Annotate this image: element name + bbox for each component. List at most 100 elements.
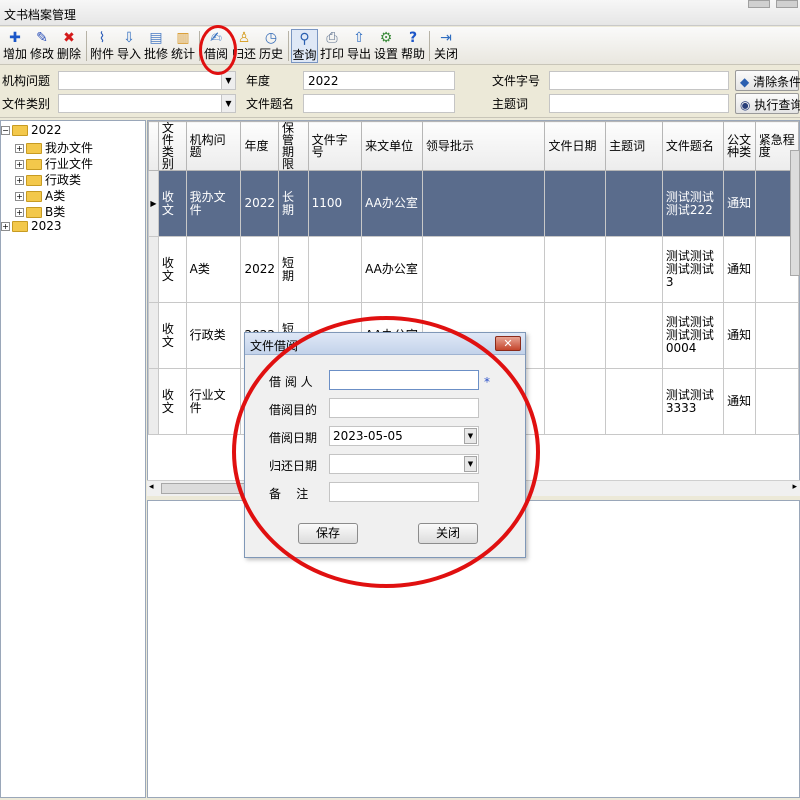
column-header[interactable]: 领导批示 [421, 121, 546, 171]
chevron-down-icon[interactable]: ▼ [221, 72, 235, 89]
borrower-input[interactable] [329, 370, 479, 390]
expand-icon[interactable]: + [1, 222, 10, 231]
table-cell[interactable]: 长期 [277, 170, 309, 237]
table-cell[interactable]: 测试测试测试测试0004 [661, 302, 725, 369]
column-header[interactable]: 文件字号 [307, 121, 363, 171]
doctitle-input[interactable] [303, 94, 455, 113]
export-button[interactable]: ⇧ 导出 [346, 29, 372, 63]
table-cell[interactable] [754, 368, 799, 435]
expand-icon[interactable]: + [15, 144, 24, 153]
grid-vertical-scrollbar[interactable] [790, 150, 800, 276]
query-button[interactable]: ⚲ 查询 [291, 29, 318, 63]
table-cell[interactable]: 收文 [157, 368, 187, 435]
expand-icon[interactable]: + [15, 160, 24, 169]
column-header[interactable]: 来文单位 [361, 121, 423, 171]
delete-button[interactable]: ✖ 删除 [56, 29, 82, 63]
year-input[interactable]: 2022 [303, 71, 455, 90]
borrow-date-picker[interactable]: 2023-05-05 ▼ [329, 426, 479, 446]
history-button[interactable]: ◷ 历史 [258, 29, 284, 63]
table-row[interactable]: 收文 A类 2022 短期 AA办公室 测试测试测试测试3 通知 [148, 236, 799, 303]
table-cell[interactable]: 通知 [723, 236, 756, 303]
table-cell[interactable] [605, 368, 663, 435]
table-cell[interactable]: 2022 [240, 236, 279, 303]
chevron-down-icon[interactable]: ▼ [464, 428, 477, 444]
attachment-button[interactable]: ⌇ 附件 [89, 29, 115, 63]
edit-button[interactable]: ✎ 修改 [29, 29, 55, 63]
tree-node-2023[interactable]: +2023 [1, 219, 62, 233]
expand-icon[interactable]: + [15, 192, 24, 201]
column-header[interactable]: 年度 [240, 121, 279, 171]
table-cell[interactable]: 测试测试测试222 [661, 170, 725, 237]
table-cell[interactable]: 测试测试3333 [661, 368, 725, 435]
table-cell[interactable] [544, 368, 607, 435]
expand-icon[interactable]: + [15, 176, 24, 185]
batch-edit-button[interactable]: ▤ 批修 [143, 29, 169, 63]
category-select[interactable]: ▼ [58, 94, 236, 113]
table-cell[interactable]: 我办文件 [185, 170, 242, 237]
collapse-icon[interactable]: − [1, 126, 10, 135]
table-cell[interactable] [544, 302, 607, 369]
scroll-right-icon[interactable]: ▸ [792, 482, 797, 492]
column-header[interactable]: 文件日期 [544, 121, 607, 171]
column-header[interactable]: 文件题名 [661, 121, 725, 171]
table-cell[interactable] [421, 170, 546, 237]
note-input[interactable] [329, 482, 479, 502]
table-cell[interactable] [421, 236, 546, 303]
borrow-button[interactable]: ✍ 借阅 [203, 29, 229, 63]
exit-button[interactable]: ⇥ 关闭 [432, 29, 460, 63]
return-date-picker[interactable]: ▼ [329, 454, 479, 474]
expand-icon[interactable]: + [15, 208, 24, 217]
table-cell[interactable] [605, 236, 663, 303]
docnum-input[interactable] [549, 71, 729, 90]
maximize-button[interactable] [776, 0, 798, 8]
table-cell[interactable] [754, 302, 799, 369]
table-cell[interactable] [544, 170, 607, 237]
table-cell[interactable]: 收文 [157, 236, 187, 303]
print-button[interactable]: ⎙ 打印 [319, 29, 345, 63]
table-cell[interactable]: 收文 [157, 170, 187, 237]
column-header[interactable]: 主题词 [605, 121, 663, 171]
tree-node-hangyewenjian[interactable]: + 行业文件 [15, 155, 93, 172]
table-cell[interactable]: 收文 [157, 302, 187, 369]
return-button[interactable]: ♙ 归还 [232, 29, 256, 63]
table-cell[interactable]: AA办公室 [361, 236, 423, 303]
clear-conditions-button[interactable]: ◆ 清除条件 [735, 70, 800, 91]
tree-node-xingzhenglei[interactable]: + 行政类 [15, 171, 81, 188]
table-cell[interactable]: A类 [185, 236, 242, 303]
help-button[interactable]: ? 帮助 [400, 29, 426, 63]
chevron-down-icon[interactable]: ▼ [221, 95, 235, 112]
minimize-button[interactable] [748, 0, 770, 8]
column-header[interactable]: 文件类别 [157, 121, 187, 171]
save-button[interactable]: 保存 [298, 523, 358, 544]
tree-node-2022[interactable]: −2022 [1, 123, 62, 137]
statistics-button[interactable]: ▥ 统计 [170, 29, 196, 63]
table-cell[interactable] [605, 170, 663, 237]
purpose-input[interactable] [329, 398, 479, 418]
tree-node-wobanwenjian[interactable]: + 我办文件 [15, 139, 93, 156]
column-header[interactable]: 机构问题 [185, 121, 242, 171]
table-cell[interactable] [544, 236, 607, 303]
org-select[interactable]: ▼ [58, 71, 236, 90]
table-cell[interactable]: 短期 [277, 236, 309, 303]
table-cell[interactable]: 通知 [723, 368, 756, 435]
execute-query-button[interactable]: ◉ 执行查询 [735, 93, 800, 114]
tree-node-a[interactable]: + A类 [15, 187, 65, 204]
column-header[interactable]: 保管期限 [277, 121, 309, 171]
table-cell[interactable] [605, 302, 663, 369]
table-cell[interactable]: 1100 [307, 170, 363, 237]
table-cell[interactable]: AA办公室 [361, 170, 423, 237]
table-cell[interactable]: 行业文件 [185, 368, 242, 435]
table-row[interactable]: ▶ 收文 我办文件 2022 长期 1100 AA办公室 测试测试测试222 通… [148, 170, 799, 237]
table-cell[interactable]: 通知 [723, 302, 756, 369]
column-header[interactable]: 公文种类 [723, 121, 756, 171]
tree-node-b[interactable]: + B类 [15, 203, 65, 220]
add-button[interactable]: ✚ 增加 [2, 29, 28, 63]
table-cell[interactable] [307, 236, 363, 303]
keyword-input[interactable] [549, 94, 729, 113]
dialog-close-button[interactable]: 关闭 [418, 523, 478, 544]
table-cell[interactable]: 行政类 [185, 302, 242, 369]
settings-button[interactable]: ⚙ 设置 [373, 29, 399, 63]
scroll-left-icon[interactable]: ◂ [149, 482, 154, 492]
close-icon[interactable]: ✕ [495, 336, 521, 351]
import-button[interactable]: ⇩ 导入 [116, 29, 142, 63]
